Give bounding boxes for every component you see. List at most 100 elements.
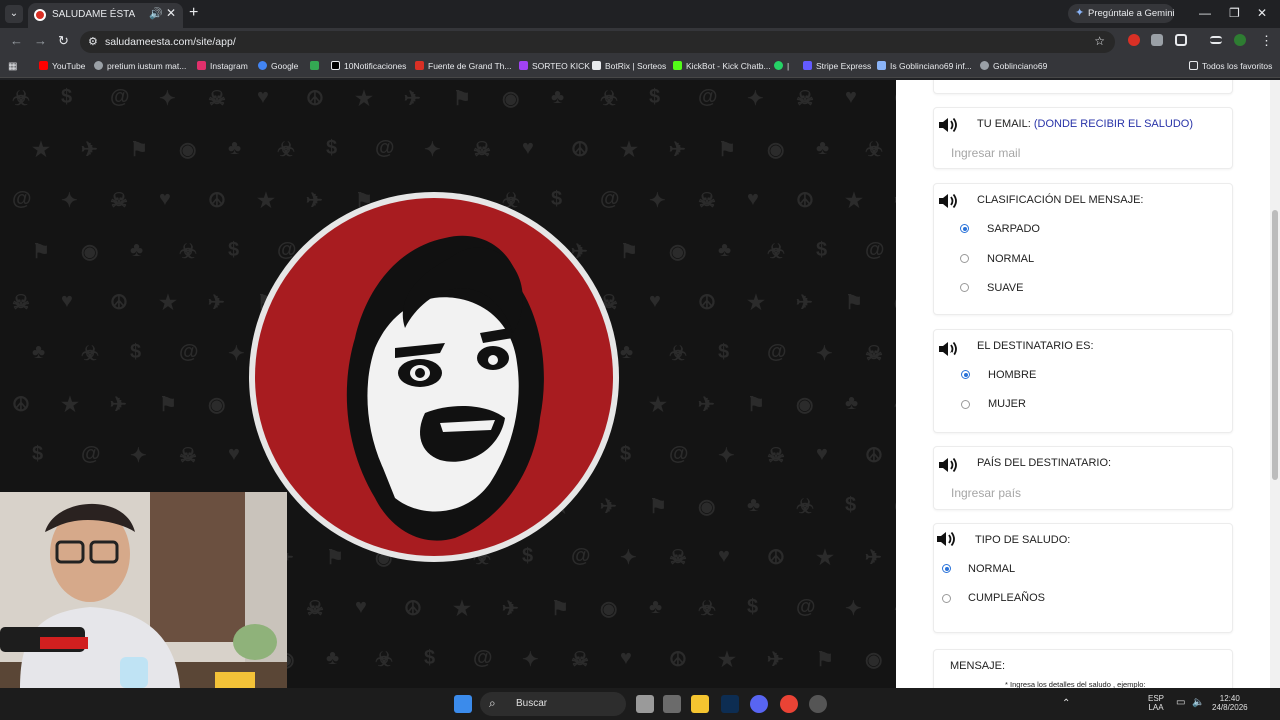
file-explorer-icon[interactable] xyxy=(691,695,709,713)
option-cumpleanos[interactable]: CUMPLEAÑOS xyxy=(968,592,1045,604)
back-arrow-icon[interactable]: ← xyxy=(10,33,23,48)
bookmark-goblinciano-info[interactable]: Is Goblinciano69 inf... xyxy=(877,61,972,71)
app-icon[interactable] xyxy=(809,695,827,713)
new-tab-button[interactable]: + xyxy=(189,4,198,22)
speaker-audio-icon[interactable] xyxy=(937,456,959,474)
bookmark-goblinciano[interactable]: Goblinciano69 xyxy=(980,61,1047,71)
radio-normal[interactable] xyxy=(960,254,969,263)
radio-hombre[interactable] xyxy=(961,370,970,379)
photoshop-icon[interactable] xyxy=(721,695,739,713)
email-input[interactable]: Ingresar mail xyxy=(951,146,1020,160)
pattern-glyph-icon: @ xyxy=(600,188,620,210)
bookmark-sorteo-kick[interactable]: SORTEO KICK xyxy=(519,61,590,71)
pattern-glyph-icon: ☣ xyxy=(375,649,393,671)
address-bar[interactable]: ⚙ saludameesta.com/site/app/ ☆ xyxy=(80,31,1115,53)
speaker-audio-icon[interactable] xyxy=(937,116,959,134)
whatsapp-icon xyxy=(774,61,783,70)
clock[interactable]: 12:40 24/8/2026 xyxy=(1212,694,1248,712)
browser-menu-icon[interactable]: ⋮ xyxy=(1260,33,1273,49)
bookmark-leaf[interactable] xyxy=(310,61,323,71)
greeting-type-card: TIPO DE SALUDO: NORMAL CUMPLEAÑOS xyxy=(933,523,1233,633)
extension-red-icon[interactable] xyxy=(1128,34,1140,46)
option-hombre[interactable]: HOMBRE xyxy=(988,369,1036,381)
google-icon xyxy=(258,61,267,70)
page-icon xyxy=(877,61,886,70)
discord-icon[interactable] xyxy=(750,695,768,713)
option-normal[interactable]: NORMAL xyxy=(987,253,1034,265)
language-indicator[interactable]: ESP LAA xyxy=(1148,694,1164,712)
bookmark-google[interactable]: Google xyxy=(258,61,298,71)
pattern-glyph-icon: ♣ xyxy=(649,596,663,618)
tab-audio-icon[interactable]: 🔊 xyxy=(149,7,163,20)
pattern-glyph-icon: ⚑ xyxy=(130,139,148,161)
pattern-glyph-icon: ◉ xyxy=(81,241,99,263)
radio-sarpado[interactable] xyxy=(960,224,969,233)
pattern-glyph-icon: ✦ xyxy=(816,343,833,365)
task-view-icon[interactable] xyxy=(636,695,654,713)
radio-mujer[interactable] xyxy=(961,400,970,409)
pattern-glyph-icon: @ xyxy=(375,137,395,159)
speaker-audio-icon[interactable] xyxy=(935,530,957,548)
close-window-icon[interactable]: ✕ xyxy=(1257,6,1267,20)
reading-list-icon[interactable] xyxy=(1210,36,1222,44)
bookmark-x-notifications[interactable]: 10Notificaciones xyxy=(331,61,406,71)
kick-icon xyxy=(519,61,528,70)
pattern-glyph-icon: $ xyxy=(424,647,436,669)
gemini-button[interactable]: ✦ Pregúntale a Gemini xyxy=(1068,4,1175,23)
apps-grid-icon[interactable]: ▦ xyxy=(8,61,17,72)
minimize-window-icon[interactable]: — xyxy=(1199,6,1211,20)
app-icon[interactable] xyxy=(663,695,681,713)
pattern-glyph-icon: @ xyxy=(110,86,130,108)
pattern-glyph-icon: ♣ xyxy=(130,239,144,261)
bookmark-stripe[interactable]: Stripe Express xyxy=(803,61,871,71)
network-icon[interactable]: ▭ xyxy=(1176,697,1185,708)
pattern-glyph-icon: ✦ xyxy=(718,445,735,467)
speaker-audio-icon[interactable] xyxy=(937,192,959,210)
pattern-glyph-icon: $ xyxy=(228,239,240,261)
url-text[interactable]: saludameesta.com/site/app/ xyxy=(105,36,236,48)
bookmark-botrix[interactable]: BotRix | Sorteos xyxy=(592,61,666,71)
bookmark-gta-source[interactable]: Fuente de Grand Th... xyxy=(415,61,511,71)
page-scrollbar[interactable] xyxy=(1270,80,1280,688)
reload-icon[interactable]: ↻ xyxy=(58,33,69,49)
windows-start-icon[interactable] xyxy=(454,695,472,713)
profile-avatar[interactable] xyxy=(1234,34,1246,46)
pattern-glyph-icon: ☮ xyxy=(796,190,814,212)
volume-icon[interactable]: 🔈 xyxy=(1192,697,1204,708)
bookmark-kickbot[interactable]: KickBot - Kick Chatb... xyxy=(673,61,771,71)
pattern-glyph-icon: ♥ xyxy=(718,545,730,567)
tab-close-icon[interactable]: ✕ xyxy=(166,6,176,20)
option-mujer[interactable]: MUJER xyxy=(988,398,1026,410)
restore-window-icon[interactable]: ❐ xyxy=(1229,6,1240,20)
pattern-glyph-icon: ✈ xyxy=(208,292,225,314)
option-greeting-normal[interactable]: NORMAL xyxy=(968,563,1015,575)
pattern-glyph-icon: ♣ xyxy=(326,647,340,669)
browser-tab-active[interactable]: SALUDAME ÉSTA 🔊 ✕ xyxy=(28,3,183,28)
chrome-icon[interactable] xyxy=(780,695,798,713)
bookmark-whatsapp[interactable]: | xyxy=(774,61,789,71)
extensions-puzzle-icon[interactable] xyxy=(1175,34,1187,46)
scrollbar-thumb[interactable] xyxy=(1272,210,1278,480)
tray-overflow-icon[interactable]: ⌃ xyxy=(1062,698,1070,709)
taskbar-search[interactable]: ⌕ Buscar xyxy=(480,692,626,716)
radio-greeting-normal[interactable] xyxy=(942,564,951,573)
bookmark-youtube[interactable]: YouTube xyxy=(39,61,85,71)
bookmark-pretium[interactable]: pretium iustum mat... xyxy=(94,61,186,71)
bookmark-instagram[interactable]: Instagram xyxy=(197,61,248,71)
previous-field-card xyxy=(933,80,1233,94)
all-bookmarks-folder[interactable]: Todos los favoritos xyxy=(1189,61,1272,71)
pattern-glyph-icon: ★ xyxy=(159,292,177,314)
radio-suave[interactable] xyxy=(960,283,969,292)
forward-arrow-icon[interactable]: → xyxy=(34,33,47,48)
bookmark-star-icon[interactable]: ☆ xyxy=(1094,34,1105,48)
extension-grey-icon[interactable] xyxy=(1151,34,1163,46)
pattern-glyph-icon: ✦ xyxy=(228,343,245,365)
site-info-icon[interactable]: ⚙ xyxy=(88,35,98,48)
pattern-glyph-icon: ♣ xyxy=(620,341,634,363)
radio-cumpleanos[interactable] xyxy=(942,594,951,603)
tab-search-chevron-icon[interactable]: ⌄ xyxy=(5,5,23,23)
pattern-glyph-icon: ☣ xyxy=(277,139,295,161)
option-sarpado[interactable]: SARPADO xyxy=(987,223,1040,235)
option-suave[interactable]: SUAVE xyxy=(987,282,1023,294)
country-input[interactable]: Ingresar país xyxy=(951,486,1021,500)
